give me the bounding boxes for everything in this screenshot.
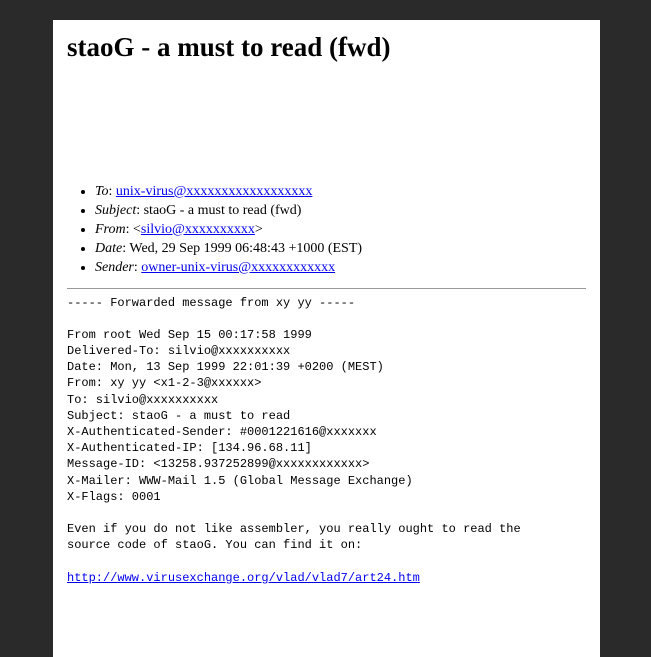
header-from: From: <silvio@xxxxxxxxxx> — [95, 221, 586, 240]
header-to: To: unix-virus@xxxxxxxxxxxxxxxxxx — [95, 183, 586, 202]
header-from-label: From — [95, 222, 126, 237]
source-link[interactable]: http://www.virusexchange.org/vlad/vlad7/… — [67, 571, 420, 585]
header-from-link[interactable]: silvio@xxxxxxxxxx — [141, 222, 255, 237]
email-headers-list: To: unix-virus@xxxxxxxxxxxxxxxxxx Subjec… — [67, 183, 586, 277]
header-date-label: Date — [95, 241, 122, 256]
email-body: ----- Forwarded message from xy yy -----… — [67, 295, 586, 586]
header-date-value: Wed, 29 Sep 1999 06:48:43 +1000 (EST) — [129, 241, 362, 256]
page-title: staoG - a must to read (fwd) — [67, 32, 586, 63]
header-subject-label: Subject — [95, 203, 136, 218]
email-body-text: ----- Forwarded message from xy yy -----… — [67, 296, 521, 553]
header-sender: Sender: owner-unix-virus@xxxxxxxxxxxx — [95, 259, 586, 278]
header-to-link[interactable]: unix-virus@xxxxxxxxxxxxxxxxxx — [116, 184, 312, 199]
header-date: Date: Wed, 29 Sep 1999 06:48:43 +1000 (E… — [95, 240, 586, 259]
divider — [67, 288, 586, 289]
header-sender-link[interactable]: owner-unix-virus@xxxxxxxxxxxx — [141, 260, 335, 275]
header-subject: Subject: staoG - a must to read (fwd) — [95, 202, 586, 221]
email-document: staoG - a must to read (fwd) To: unix-vi… — [53, 20, 600, 657]
header-subject-value: staoG - a must to read (fwd) — [144, 203, 302, 218]
header-sender-label: Sender — [95, 260, 134, 275]
header-to-label: To — [95, 184, 109, 199]
